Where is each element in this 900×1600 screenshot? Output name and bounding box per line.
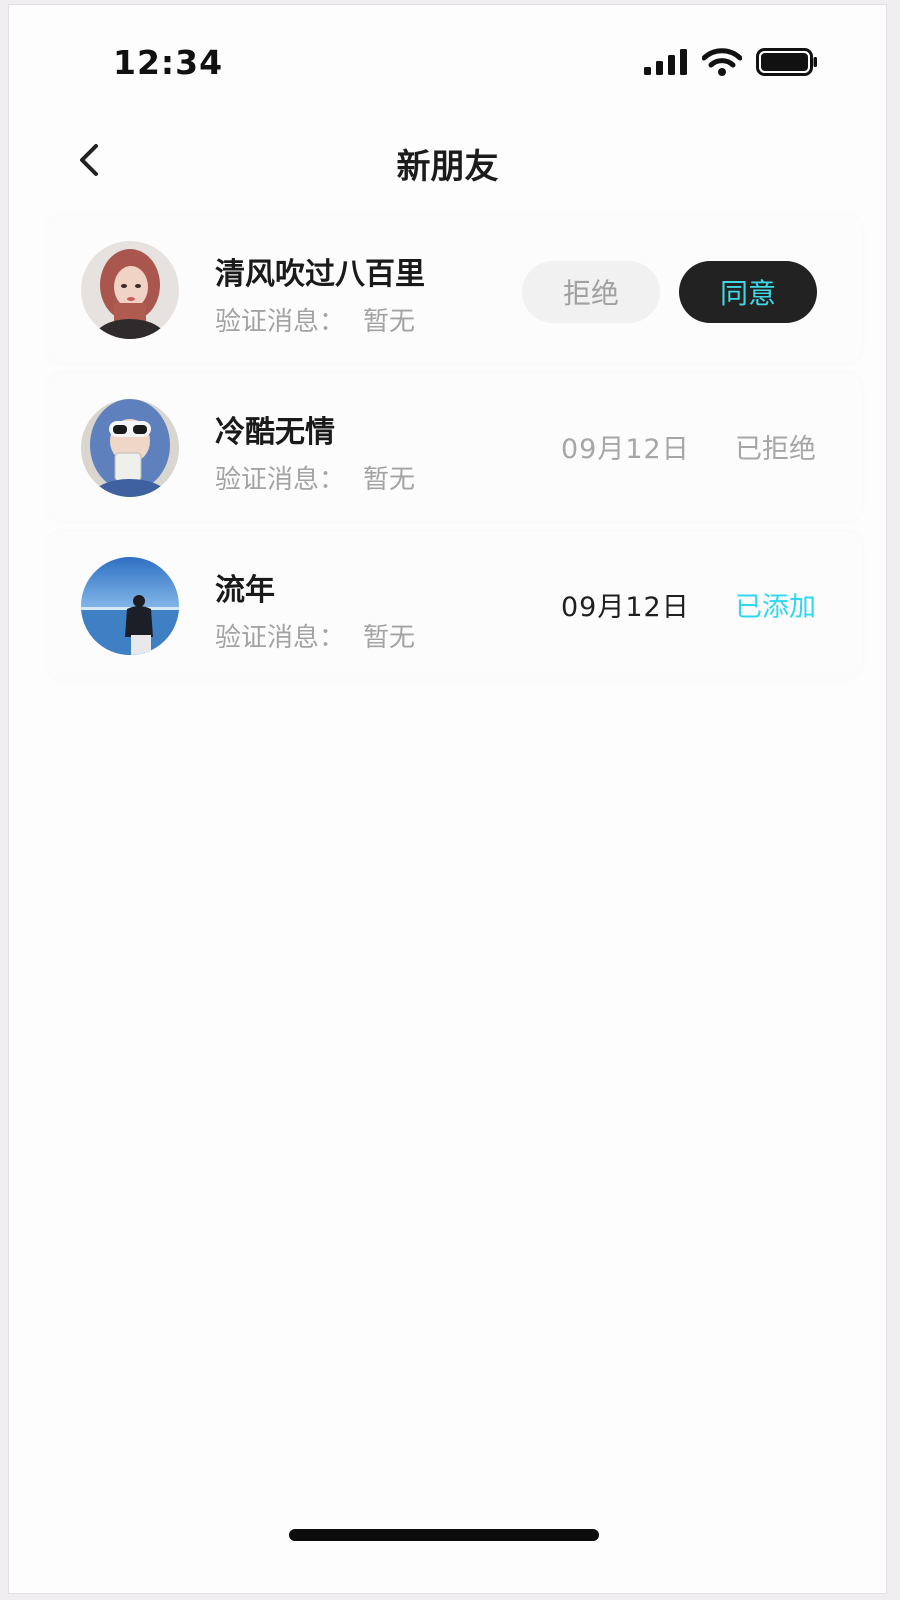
request-date: 09月12日: [561, 434, 690, 465]
request-status: 已拒绝: [735, 434, 816, 465]
accept-button[interactable]: 同意: [679, 261, 817, 323]
signal-icon: [644, 49, 688, 79]
verification-label: 验证消息：: [215, 307, 346, 337]
reject-button[interactable]: 拒绝: [522, 261, 660, 323]
friend-request-card[interactable]: 冷酷无情 验证消息： 暂无 09月12日 已拒绝: [47, 373, 862, 521]
verification-label: 验证消息：: [215, 465, 346, 495]
avatar[interactable]: [81, 241, 179, 339]
verification-message: 验证消息： 暂无: [215, 301, 415, 338]
request-status: 已添加: [735, 592, 816, 623]
verification-value: 暂无: [363, 465, 416, 495]
status-icons: [644, 47, 818, 81]
friend-name: 冷酷无情: [215, 415, 335, 450]
friend-name: 流年: [215, 573, 275, 608]
friend-request-card[interactable]: 清风吹过八百里 验证消息： 暂无 拒绝 同意: [47, 215, 862, 363]
request-date: 09月12日: [561, 592, 690, 623]
verification-value: 暂无: [363, 307, 416, 337]
verification-message: 验证消息： 暂无: [215, 459, 415, 496]
status-bar: 12:34: [9, 5, 886, 115]
nav-bar: 新朋友: [9, 115, 886, 215]
friend-name: 清风吹过八百里: [215, 257, 425, 292]
home-indicator[interactable]: [289, 1529, 599, 1541]
wifi-icon: [701, 48, 743, 80]
phone-screen: 12:34 新朋友 清风吹过八百里 验证消息： 暂无 拒绝 同意 冷酷无情 验证…: [8, 4, 887, 1594]
status-time: 12:34: [113, 43, 224, 82]
avatar[interactable]: [81, 399, 179, 497]
verification-label: 验证消息：: [215, 623, 346, 653]
page-title: 新朋友: [396, 147, 499, 187]
friend-request-list: 清风吹过八百里 验证消息： 暂无 拒绝 同意 冷酷无情 验证消息： 暂无 09月…: [47, 215, 862, 689]
verification-message: 验证消息： 暂无: [215, 617, 415, 654]
friend-request-card[interactable]: 流年 验证消息： 暂无 09月12日 已添加: [47, 531, 862, 679]
verification-value: 暂无: [363, 623, 416, 653]
avatar[interactable]: [81, 557, 179, 655]
battery-icon: [756, 48, 818, 80]
